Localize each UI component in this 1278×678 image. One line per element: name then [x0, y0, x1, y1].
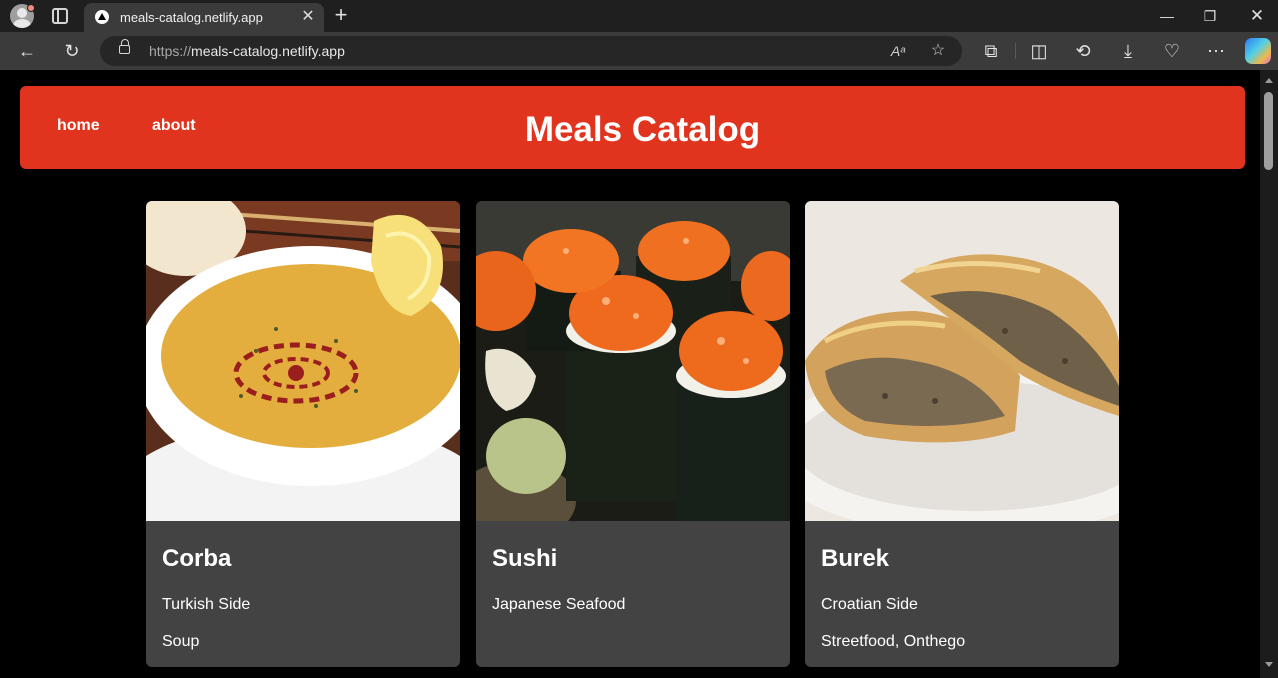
meal-area-category: Japanese Seafood	[492, 596, 626, 613]
url-text[interactable]: https://meals-catalog.netlify.app	[149, 43, 345, 59]
page-scrollbar[interactable]	[1260, 70, 1278, 678]
minimize-icon[interactable]: —	[1144, 0, 1190, 32]
meal-area-category: Croatian Side	[821, 596, 918, 613]
toolbar-divider	[1015, 43, 1016, 59]
back-arrow-icon[interactable]: ←	[15, 39, 39, 63]
meal-name: Sushi	[492, 545, 558, 572]
corba-image	[146, 201, 460, 521]
browser-essentials-icon[interactable]: ♡	[1160, 39, 1184, 63]
meal-card-corba[interactable]: Corba Turkish Side Soup	[146, 201, 460, 667]
meal-area-category: Turkish Side	[162, 596, 251, 613]
browser-tab-active[interactable]: meals-catalog.netlify.app ✕	[84, 3, 324, 32]
history-icon[interactable]: ⟲	[1071, 39, 1095, 63]
site-title: Meals Catalog	[524, 110, 761, 149]
split-screen-icon[interactable]: ◫	[1027, 39, 1051, 63]
meal-card-burek[interactable]: Burek Croatian Side Streetfood, Onthego	[805, 201, 1119, 667]
url-host: meals-catalog.netlify.app	[191, 43, 345, 59]
close-window-icon[interactable]: ✕	[1234, 0, 1278, 32]
page-viewport: home about Meals Catalog Corba Turkish S…	[4, 70, 1260, 678]
extensions-icon[interactable]: ⧉	[979, 39, 1003, 63]
tab-close-icon[interactable]: ✕	[298, 7, 318, 27]
tab-actions-icon[interactable]	[52, 8, 68, 24]
burek-image	[805, 201, 1119, 521]
read-aloud-icon[interactable]: Aᵃ	[886, 39, 910, 63]
meal-name: Burek	[821, 545, 890, 572]
url-scheme: https://	[149, 43, 192, 59]
scroll-down-arrow-icon[interactable]	[1265, 662, 1273, 667]
lock-icon[interactable]	[119, 39, 130, 54]
address-bar[interactable]: https://meals-catalog.netlify.app Aᵃ ☆	[100, 36, 962, 66]
site-header: home about Meals Catalog	[20, 86, 1245, 169]
new-tab-icon[interactable]: +	[330, 4, 352, 26]
sushi-image	[476, 201, 790, 521]
scroll-up-arrow-icon[interactable]	[1265, 78, 1273, 83]
profile-notification-dot	[27, 4, 35, 12]
tab-title: meals-catalog.netlify.app	[120, 10, 263, 25]
meal-tags: Streetfood, Onthego	[821, 633, 966, 650]
more-menu-icon[interactable]: ⋯	[1204, 39, 1228, 63]
downloads-icon[interactable]: ⤓	[1116, 39, 1140, 63]
meal-card-sushi[interactable]: Sushi Japanese Seafood	[476, 201, 790, 667]
favorite-star-icon[interactable]: ☆	[926, 39, 950, 63]
copilot-icon[interactable]	[1245, 38, 1271, 64]
reload-icon[interactable]: ↻	[60, 39, 84, 63]
browser-toolbar: ← ↻ https://meals-catalog.netlify.app Aᵃ…	[0, 32, 1278, 70]
browser-titlebar: meals-catalog.netlify.app ✕ + — ❐ ✕	[0, 0, 1278, 32]
meal-name: Corba	[162, 545, 232, 572]
netlify-favicon-icon	[95, 10, 109, 24]
restore-icon[interactable]: ❐	[1187, 0, 1233, 32]
meal-tags: Soup	[162, 633, 200, 650]
scroll-thumb[interactable]	[1264, 92, 1273, 170]
